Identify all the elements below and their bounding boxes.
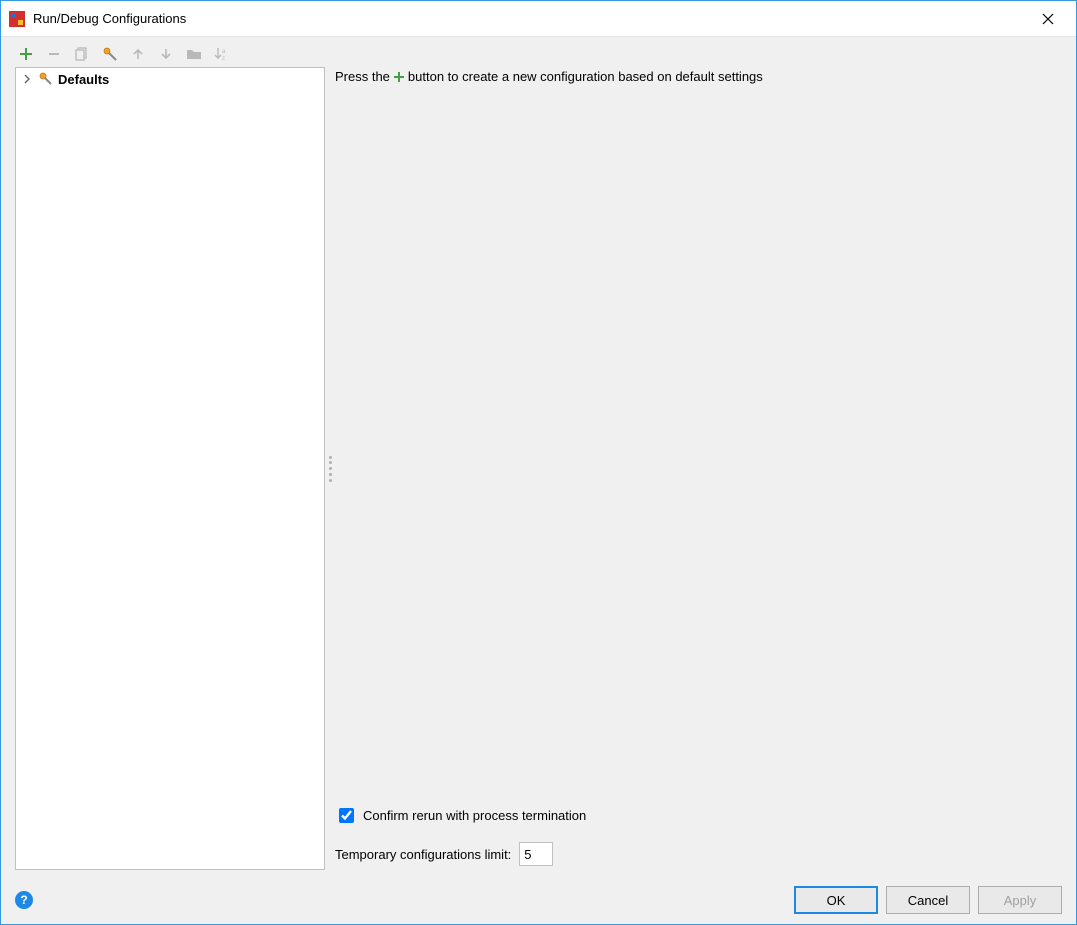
titlebar: Run/Debug Configurations: [1, 1, 1076, 37]
confirm-rerun-label: Confirm rerun with process termination: [363, 808, 586, 823]
minus-icon: [47, 47, 61, 61]
dialog-footer: ? OK Cancel Apply: [1, 876, 1076, 924]
folder-icon: [186, 47, 202, 61]
move-up-button[interactable]: [127, 43, 149, 65]
hint-suffix: button to create a new configuration bas…: [408, 69, 763, 84]
help-button[interactable]: ?: [15, 891, 33, 909]
save-config-button[interactable]: [99, 43, 121, 65]
content-area: Defaults Press the button to create a ne…: [1, 67, 1076, 876]
arrow-down-icon: [159, 47, 173, 61]
copy-icon: [75, 47, 89, 61]
app-icon: [9, 11, 25, 27]
folder-button[interactable]: [183, 43, 205, 65]
confirm-rerun-row: Confirm rerun with process termination: [335, 805, 1062, 826]
split-handle[interactable]: [328, 456, 333, 482]
tree-item-label: Defaults: [58, 72, 109, 87]
svg-text:a: a: [222, 49, 226, 55]
empty-hint: Press the button to create a new configu…: [335, 67, 1062, 84]
sort-button[interactable]: a z: [211, 43, 233, 65]
add-config-button[interactable]: [15, 43, 37, 65]
copy-config-button[interactable]: [71, 43, 93, 65]
chevron-right-icon: [22, 74, 34, 84]
temp-limit-row: Temporary configurations limit:: [335, 842, 1062, 866]
move-down-button[interactable]: [155, 43, 177, 65]
plus-icon: [19, 47, 33, 61]
window-title: Run/Debug Configurations: [33, 11, 186, 26]
hint-prefix: Press the: [335, 69, 390, 84]
dialog-window: Run/Debug Configurations: [0, 0, 1077, 925]
arrow-up-icon: [131, 47, 145, 61]
plus-icon: [392, 70, 406, 84]
help-icon: ?: [20, 893, 27, 907]
cancel-button[interactable]: Cancel: [886, 886, 970, 914]
details-pane: Press the button to create a new configu…: [335, 67, 1062, 870]
remove-config-button[interactable]: [43, 43, 65, 65]
wrench-gear-icon: [38, 71, 54, 87]
confirm-rerun-checkbox[interactable]: [339, 808, 354, 823]
temp-limit-label: Temporary configurations limit:: [335, 847, 511, 862]
toolbar: a z: [1, 37, 1076, 67]
wrench-gear-icon: [102, 46, 118, 62]
close-button[interactable]: [1028, 1, 1068, 37]
ok-button[interactable]: OK: [794, 886, 878, 914]
temp-limit-input[interactable]: [519, 842, 553, 866]
apply-button[interactable]: Apply: [978, 886, 1062, 914]
tree-item-defaults[interactable]: Defaults: [16, 68, 324, 90]
sort-az-icon: a z: [214, 46, 230, 62]
config-tree[interactable]: Defaults: [15, 67, 325, 870]
bottom-options: Confirm rerun with process termination T…: [335, 805, 1062, 870]
svg-text:z: z: [222, 56, 225, 62]
close-icon: [1042, 13, 1054, 25]
